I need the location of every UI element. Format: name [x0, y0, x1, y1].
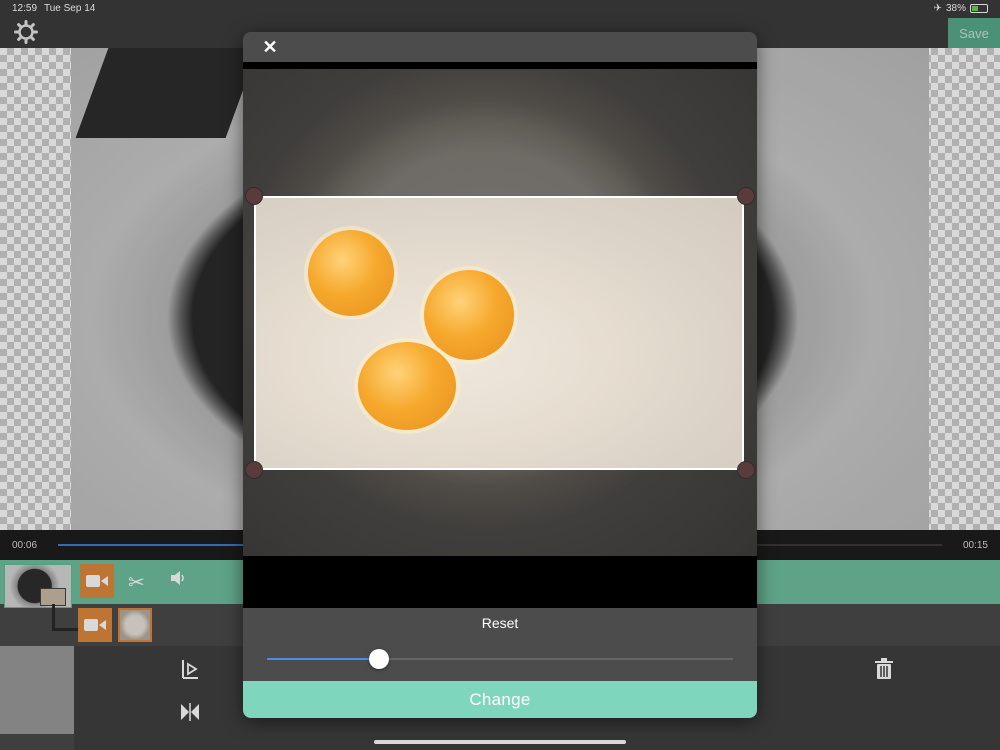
- egg-yolk: [424, 270, 514, 360]
- zoom-slider-knob[interactable]: [369, 649, 389, 669]
- reset-button[interactable]: Reset: [243, 615, 757, 635]
- crop-rectangle[interactable]: [254, 196, 744, 470]
- modal-letterbox-top: [243, 62, 757, 69]
- crop-handle-top-left[interactable]: [245, 187, 263, 205]
- close-icon[interactable]: ✕: [259, 36, 281, 58]
- crop-stage[interactable]: [243, 69, 757, 556]
- crop-modal: ✕ Reset Change: [243, 32, 757, 718]
- change-button[interactable]: Change: [243, 681, 757, 718]
- egg-yolk: [308, 230, 394, 316]
- modal-letterbox-bottom: [243, 556, 757, 608]
- crop-handle-bottom-left[interactable]: [245, 461, 263, 479]
- modal-header: ✕: [243, 32, 757, 62]
- egg-yolk: [358, 342, 456, 430]
- crop-handle-bottom-right[interactable]: [737, 461, 755, 479]
- crop-handle-top-right[interactable]: [737, 187, 755, 205]
- zoom-slider-fill: [267, 658, 379, 660]
